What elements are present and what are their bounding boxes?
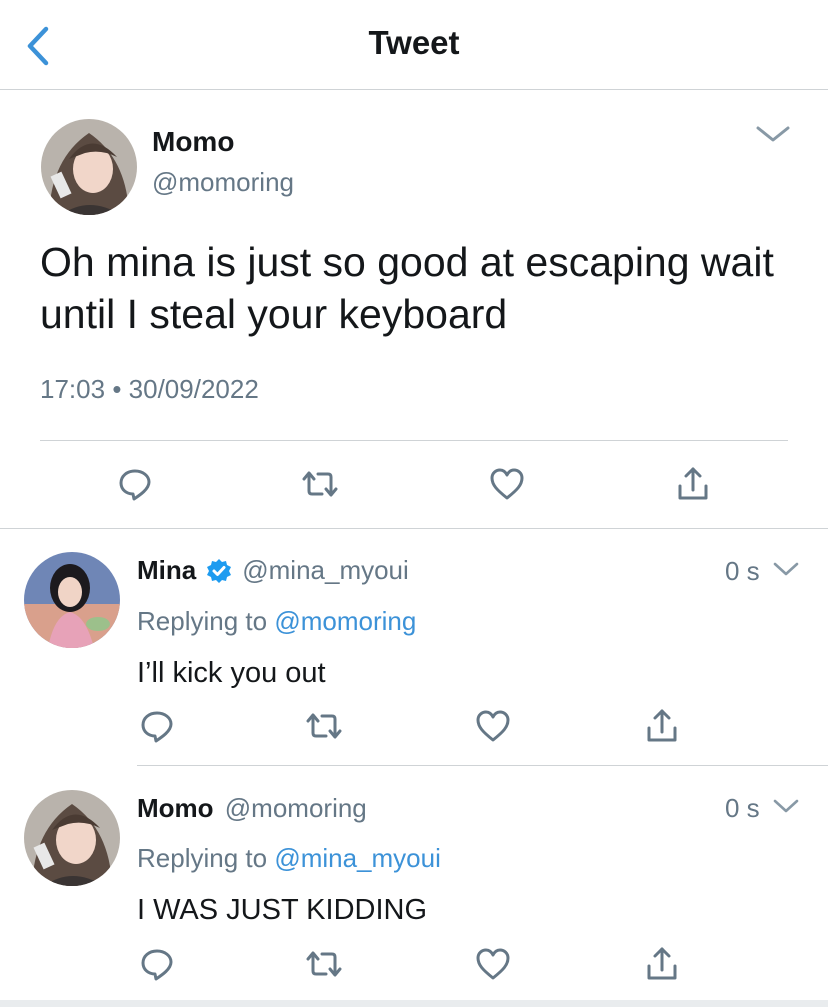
share-icon bbox=[678, 467, 708, 500]
share-button[interactable] bbox=[640, 942, 684, 986]
like-button[interactable] bbox=[485, 462, 529, 506]
reply-text: I WAS JUST KIDDING bbox=[137, 894, 428, 926]
retweet-icon bbox=[302, 471, 338, 497]
reply-age: 0 s bbox=[725, 556, 760, 586]
tweet-time: 17:03 bbox=[40, 374, 106, 404]
reply-header: Momo @momoring bbox=[137, 793, 367, 824]
retweet-button[interactable] bbox=[302, 704, 346, 748]
replying-to-handle[interactable]: @mina_myoui bbox=[274, 843, 441, 873]
tweet-date: 30/09/2022 bbox=[128, 374, 259, 404]
reply-button[interactable] bbox=[135, 942, 179, 986]
replying-to-label: Replying to bbox=[137, 606, 268, 636]
replying-to: Replying to @mina_myoui bbox=[137, 843, 441, 874]
nav-header: Tweet bbox=[0, 0, 828, 90]
retweet-button[interactable] bbox=[302, 942, 346, 986]
reply-icon bbox=[141, 711, 173, 743]
avatar[interactable] bbox=[24, 790, 120, 886]
author-handle[interactable]: @mina_myoui bbox=[242, 555, 409, 586]
page-title: Tweet bbox=[368, 24, 460, 61]
reply-icon bbox=[141, 949, 173, 981]
share-button[interactable] bbox=[671, 462, 715, 506]
avatar[interactable] bbox=[24, 552, 120, 648]
verified-badge-icon bbox=[207, 558, 232, 583]
author-name[interactable]: Mina bbox=[137, 555, 196, 586]
tweet-timestamp: 17:03 • 30/09/2022 bbox=[40, 374, 259, 405]
reply-button[interactable] bbox=[135, 704, 179, 748]
reply-tweet[interactable]: Mina @mina_myoui 0 s Replying to @momori… bbox=[0, 529, 828, 765]
retweet-button[interactable] bbox=[298, 462, 342, 506]
main-tweet: Momo @momoring Oh mina is just so good a… bbox=[0, 90, 828, 528]
author-handle[interactable]: @momoring bbox=[225, 793, 367, 823]
like-button[interactable] bbox=[471, 704, 515, 748]
like-icon bbox=[476, 948, 510, 980]
replying-to-label: Replying to bbox=[137, 843, 268, 873]
reply-text: I’ll kick you out bbox=[137, 657, 326, 689]
chevron-down-icon bbox=[773, 799, 799, 813]
tweet-text: Oh mina is just so good at escaping wait… bbox=[40, 239, 774, 337]
timestamp-separator: • bbox=[112, 374, 122, 404]
avatar-photo bbox=[24, 552, 120, 648]
like-icon bbox=[476, 710, 510, 742]
chevron-down-icon bbox=[756, 126, 790, 142]
share-button[interactable] bbox=[640, 704, 684, 748]
reply-header: Mina @mina_myoui bbox=[137, 555, 409, 586]
reply-icon bbox=[119, 469, 151, 501]
retweet-icon bbox=[306, 951, 342, 977]
avatar[interactable] bbox=[41, 119, 137, 215]
avatar-photo bbox=[41, 119, 137, 215]
author-name[interactable]: Momo bbox=[137, 793, 214, 823]
author-name[interactable]: Momo bbox=[152, 126, 234, 158]
tweet-menu-button[interactable] bbox=[752, 120, 794, 148]
author-handle[interactable]: @momoring bbox=[152, 167, 294, 198]
tweet-menu-button[interactable] bbox=[772, 794, 800, 818]
replying-to: Replying to @momoring bbox=[137, 606, 416, 637]
divider bbox=[40, 440, 788, 441]
like-icon bbox=[490, 468, 524, 500]
like-button[interactable] bbox=[471, 942, 515, 986]
reply-age: 0 s bbox=[725, 793, 760, 823]
avatar-photo bbox=[24, 790, 120, 886]
bottom-edge bbox=[0, 1000, 828, 1007]
chevron-down-icon bbox=[773, 562, 799, 576]
share-icon bbox=[647, 947, 677, 980]
replying-to-handle[interactable]: @momoring bbox=[274, 606, 416, 636]
reply-tweet[interactable]: Momo @momoring 0 s Replying to @mina_myo… bbox=[0, 766, 828, 1000]
reply-button[interactable] bbox=[113, 462, 157, 506]
share-icon bbox=[647, 709, 677, 742]
retweet-icon bbox=[306, 713, 342, 739]
tweet-menu-button[interactable] bbox=[772, 557, 800, 581]
